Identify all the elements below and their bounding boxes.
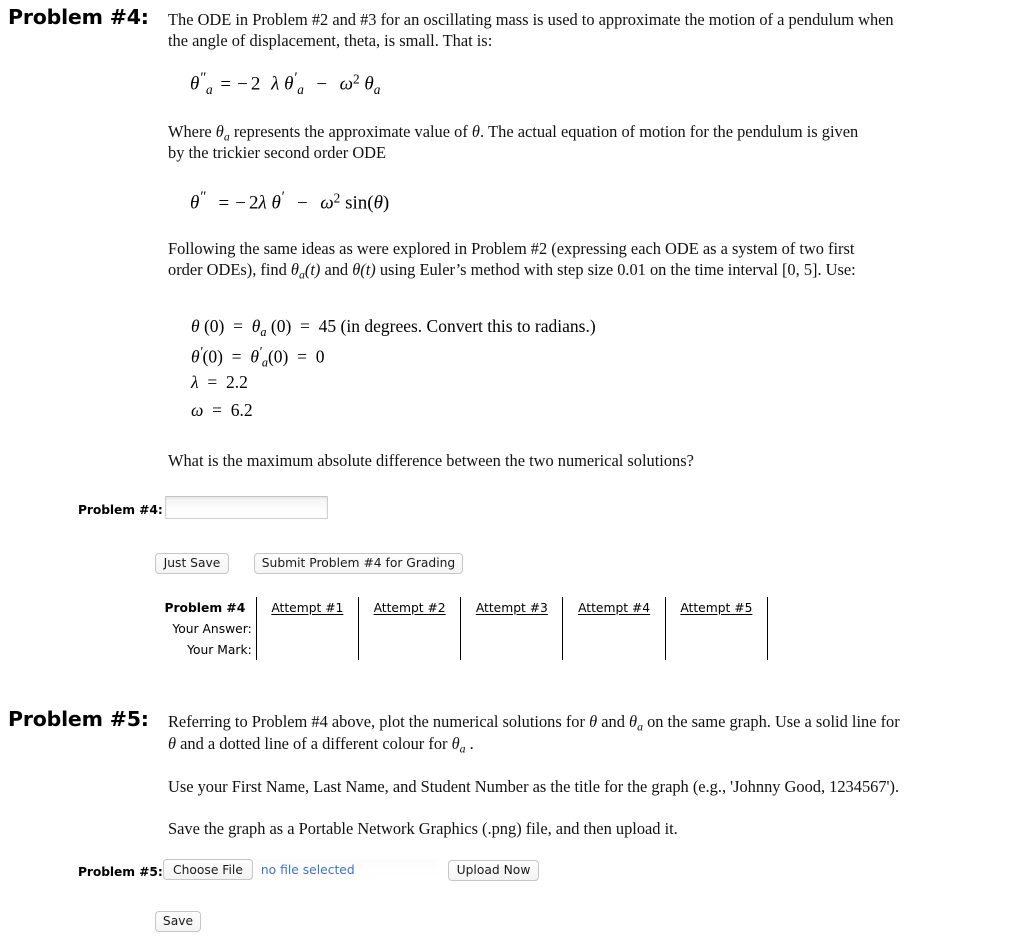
following-suffix: using Euler’s method with step size 0.01… xyxy=(375,260,856,279)
problem-4-following-line-2: order ODEs), find θa(t) and θ(t) using E… xyxy=(168,260,856,282)
initial-condition-lambda: λ = 2.2 xyxy=(191,372,248,392)
table-cell-your-mark-4 xyxy=(562,639,666,660)
table-header-attempt-2: Attempt #2 xyxy=(357,597,462,618)
table-header-attempt-4: Attempt #4 xyxy=(562,597,666,618)
p5l2-suffix: . xyxy=(465,734,474,753)
table-row-header: Problem #4 Attempt #1 Attempt #2 Attempt… xyxy=(156,597,769,618)
table-cell-problem-title: Problem #4 xyxy=(156,597,257,618)
table-cell-your-answer-2 xyxy=(357,618,462,639)
where-suffix: . The actual equation of motion for the … xyxy=(479,122,859,141)
file-status-text: no file selected xyxy=(252,859,437,880)
table-header-attempt-3: Attempt #3 xyxy=(460,597,564,618)
problem-4-answer-input[interactable] xyxy=(165,496,328,519)
attempts-table: Problem #4 Attempt #1 Attempt #2 Attempt… xyxy=(156,597,769,660)
just-save-button[interactable]: Just Save xyxy=(155,553,229,574)
table-cell-your-answer-1 xyxy=(255,618,359,639)
initial-condition-omega: ω = 6.2 xyxy=(191,400,253,420)
problem-4-intro-line-2: the angle of displacement, theta, is sma… xyxy=(168,31,493,50)
following-mid: and xyxy=(320,260,353,279)
submit-problem-4-button[interactable]: Submit Problem #4 for Grading xyxy=(254,553,463,574)
table-cell-your-answer-3 xyxy=(460,618,564,639)
equation-approximate-ode: θ″a = −2 λ θ′a − ω2 θa xyxy=(190,70,381,98)
table-header-attempt-5: Attempt #5 xyxy=(664,597,769,618)
table-header-attempt-1: Attempt #1 xyxy=(255,597,359,618)
table-cell-your-mark-2 xyxy=(357,639,462,660)
problem-4-answer-label: Problem #4: xyxy=(78,503,163,517)
initial-condition-theta-zero: θ (0) = θa (0) = 45 (in degrees. Convert… xyxy=(191,316,596,339)
where-mid: represents the approximate value of xyxy=(229,122,472,141)
problem-4-label: Problem #4: xyxy=(8,5,149,29)
where-prefix: Where xyxy=(168,122,216,141)
problem-5-label: Problem #5: xyxy=(8,707,149,731)
initial-condition-theta-prime-zero: θ′(0) = θ′a(0) = 0 xyxy=(191,344,325,370)
table-cell-your-mark-3 xyxy=(460,639,564,660)
problem-4-where-line-2: by the trickier second order ODE xyxy=(168,143,387,162)
problem-5-para-1-line-2: θ and a dotted line of a different colou… xyxy=(168,734,474,756)
problem-5-para-2: Use your First Name, Last Name, and Stud… xyxy=(168,777,900,796)
upload-now-button[interactable]: Upload Now xyxy=(448,860,539,881)
table-cell-your-answer-label: Your Answer: xyxy=(156,618,257,639)
table-cell-your-mark-label: Your Mark: xyxy=(156,639,257,660)
p5-prefix: Referring to Problem #4 above, plot the … xyxy=(168,712,590,731)
following-prefix: order ODEs), find xyxy=(168,260,291,279)
save-button[interactable]: Save xyxy=(155,911,201,932)
table-row-your-mark: Your Mark: xyxy=(156,639,769,660)
table-row-your-answer: Your Answer: xyxy=(156,618,769,639)
table-cell-your-answer-4 xyxy=(562,618,666,639)
problem-4-intro-line-1: The ODE in Problem #2 and #3 for an osci… xyxy=(168,10,894,29)
problem-5-para-3: Save the graph as a Portable Network Gra… xyxy=(168,819,678,838)
p5l2-mid: and a dotted line of a different colour … xyxy=(176,734,452,753)
problem-5-upload-label: Problem #5: xyxy=(78,865,163,879)
problem-4-following-line-1: Following the same ideas as were explore… xyxy=(168,239,855,258)
p5-suffix: on the same graph. Use a solid line for xyxy=(642,712,900,731)
choose-file-button[interactable]: Choose File xyxy=(163,859,253,880)
problem-4-question: What is the maximum absolute difference … xyxy=(168,451,694,470)
table-cell-your-answer-5 xyxy=(664,618,769,639)
p5-mid: and xyxy=(597,712,629,731)
equation-exact-ode: θ″ = −2λ θ′ − ω2 sin(θ) xyxy=(190,189,390,214)
file-input-row[interactable]: Choose File no file selected xyxy=(163,859,437,880)
table-cell-your-mark-1 xyxy=(255,639,359,660)
table-cell-your-mark-5 xyxy=(664,639,769,660)
